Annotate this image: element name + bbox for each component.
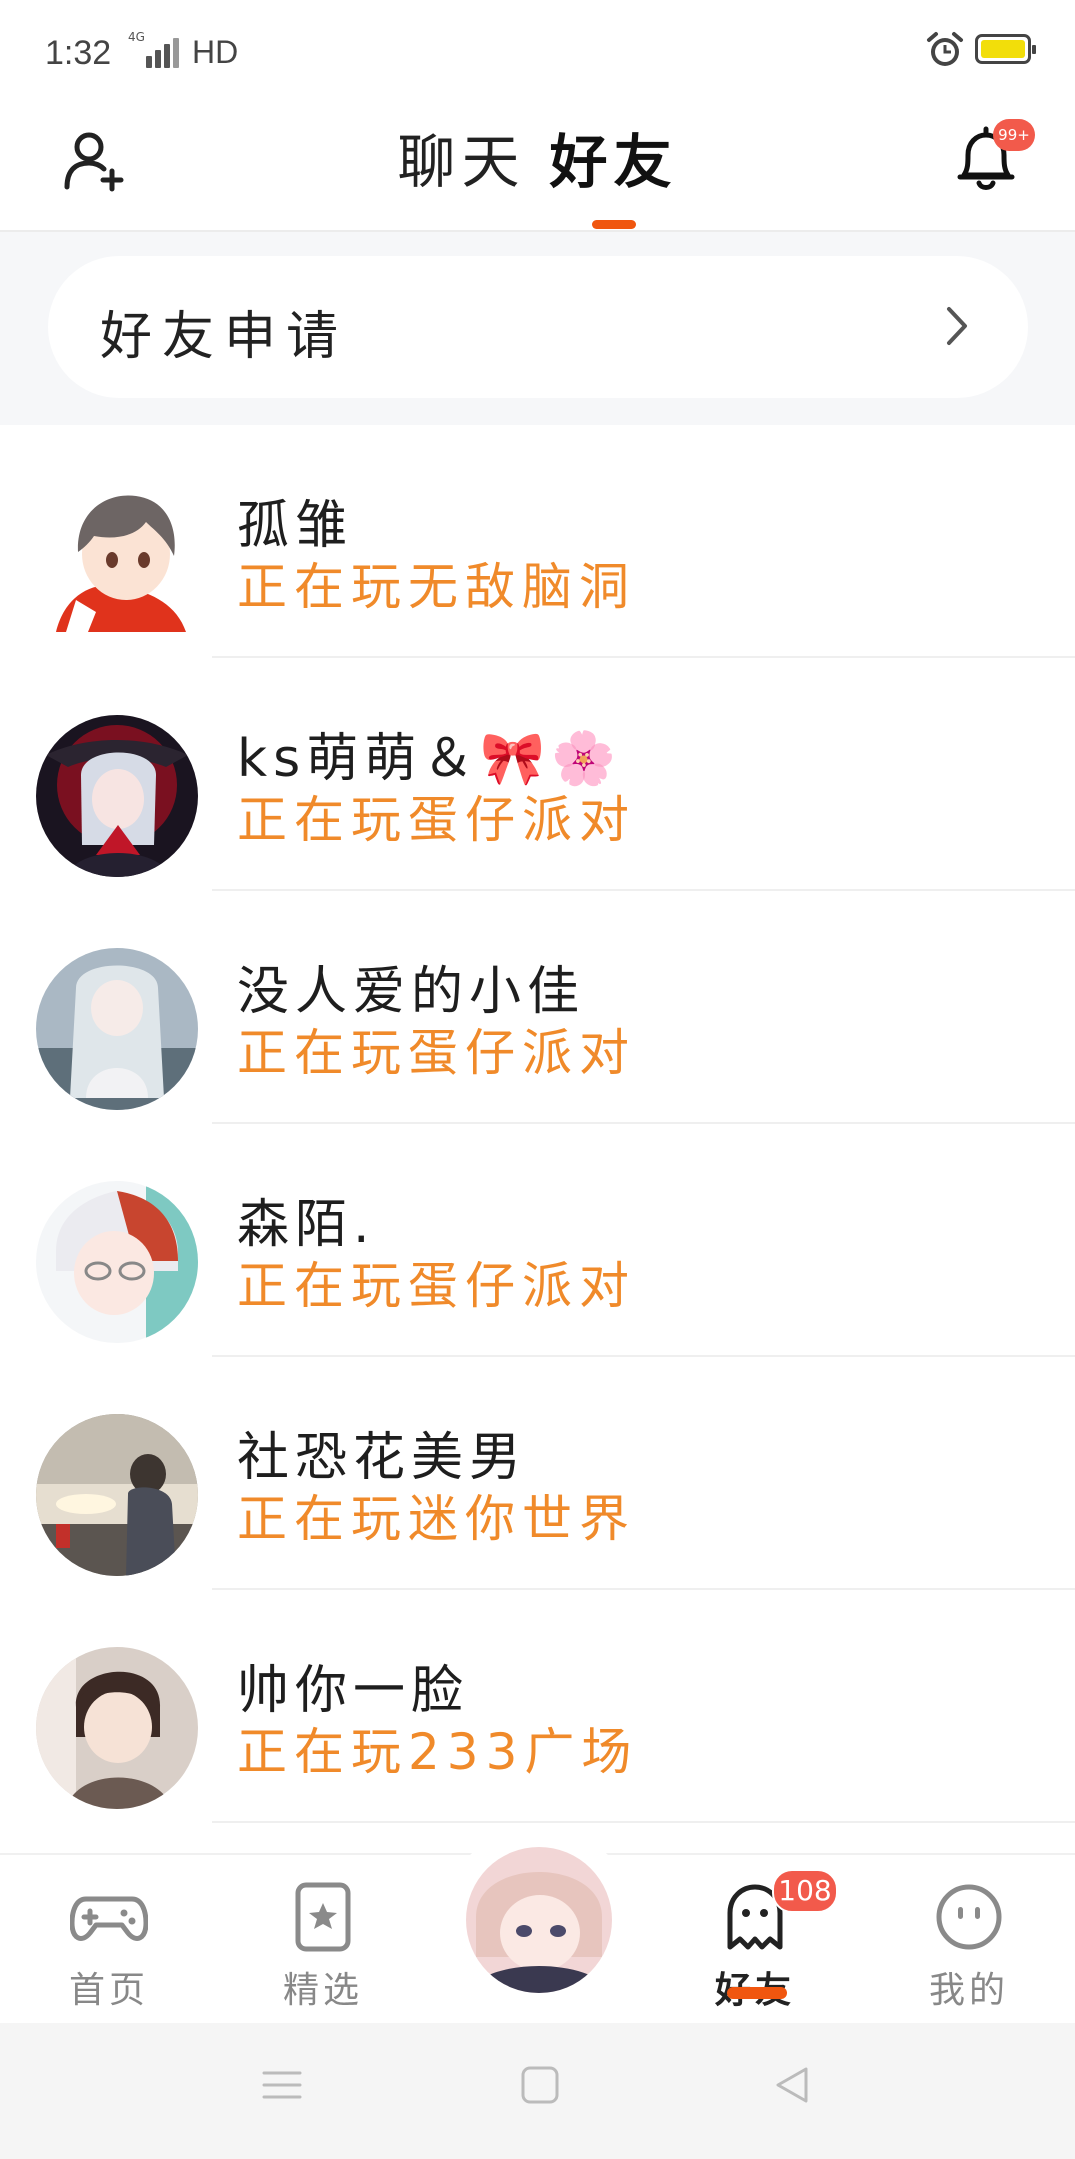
- back-triangle-icon[interactable]: [772, 2065, 812, 2105]
- friend-requests-section: 好友申请: [0, 232, 1075, 425]
- active-nav-indicator: [727, 1987, 787, 1999]
- bottom-nav: 首页 精选 好友 108 我的: [0, 1825, 1075, 2025]
- system-nav-bar: [0, 2023, 1075, 2159]
- friend-status: 正在玩蛋仔派对: [237, 791, 636, 849]
- status-bar: 1:32 4G HD: [0, 0, 1075, 105]
- avatar[interactable]: [36, 1181, 198, 1343]
- center-avatar-button[interactable]: [466, 1847, 612, 1993]
- avatar[interactable]: [36, 715, 198, 877]
- avatar[interactable]: [36, 1414, 198, 1576]
- smiley-face-icon: [936, 1884, 1002, 1950]
- friend-requests-button[interactable]: 好友申请: [48, 256, 1028, 398]
- avatar[interactable]: [36, 482, 198, 644]
- friend-status: 正在玩无敌脑洞: [237, 558, 636, 616]
- network-type: 4G: [128, 30, 145, 44]
- friend-status: 正在玩迷你世界: [237, 1490, 636, 1548]
- friend-row[interactable]: 没人爱的小佳 正在玩蛋仔派对: [0, 891, 1075, 1124]
- friend-requests-label: 好友申请: [100, 307, 349, 367]
- tab-friends[interactable]: 好友: [550, 115, 678, 199]
- friend-status: 正在玩蛋仔派对: [237, 1024, 636, 1082]
- nav-label: 精选: [282, 1970, 363, 2011]
- nav-featured[interactable]: 精选: [253, 1881, 393, 2013]
- status-time: 1:32: [45, 34, 112, 72]
- friend-row[interactable]: 社恐花美男 正在玩迷你世界: [0, 1357, 1075, 1590]
- home-square-icon[interactable]: [520, 2065, 560, 2105]
- friends-count-badge: 108: [772, 1869, 838, 1913]
- nav-home[interactable]: 首页: [39, 1881, 179, 2013]
- tab-chat[interactable]: 聊天: [397, 115, 525, 199]
- top-header: 聊天 好友 99+: [0, 105, 1075, 232]
- chevron-right-icon: [947, 307, 967, 345]
- star-bookmark-icon: [295, 1882, 351, 1952]
- header-tabs: 聊天 好友: [0, 115, 1075, 199]
- friend-status: 正在玩233广场: [237, 1723, 639, 1781]
- avatar[interactable]: [36, 948, 198, 1110]
- active-tab-indicator: [592, 220, 636, 229]
- friend-status: 正在玩蛋仔派对: [237, 1257, 636, 1315]
- friend-row[interactable]: 孤雏 正在玩无敌脑洞: [0, 425, 1075, 658]
- avatar[interactable]: [36, 1647, 198, 1809]
- signal-icon: 4G: [128, 30, 182, 68]
- hd-indicator: HD: [192, 34, 239, 70]
- menu-icon[interactable]: [262, 2065, 302, 2105]
- friend-row[interactable]: ks萌萌＆🎀🌸 正在玩蛋仔派对: [0, 658, 1075, 891]
- nav-label: 我的: [928, 1970, 1009, 2011]
- friend-row[interactable]: 帅你一脸 正在玩233广场: [0, 1590, 1075, 1823]
- notification-badge: 99+: [993, 119, 1035, 151]
- battery-icon: [975, 34, 1036, 64]
- nav-label: 首页: [68, 1970, 149, 2011]
- gamepad-icon: [70, 1896, 148, 1941]
- nav-me[interactable]: 我的: [899, 1881, 1039, 2013]
- friend-list: 孤雏 正在玩无敌脑洞 ks萌萌＆🎀🌸 正在玩蛋仔派对 没人爱的小佳 正在玩蛋仔派…: [0, 425, 1075, 1823]
- friend-row[interactable]: 森陌. 正在玩蛋仔派对: [0, 1124, 1075, 1357]
- alarm-icon: [927, 32, 963, 66]
